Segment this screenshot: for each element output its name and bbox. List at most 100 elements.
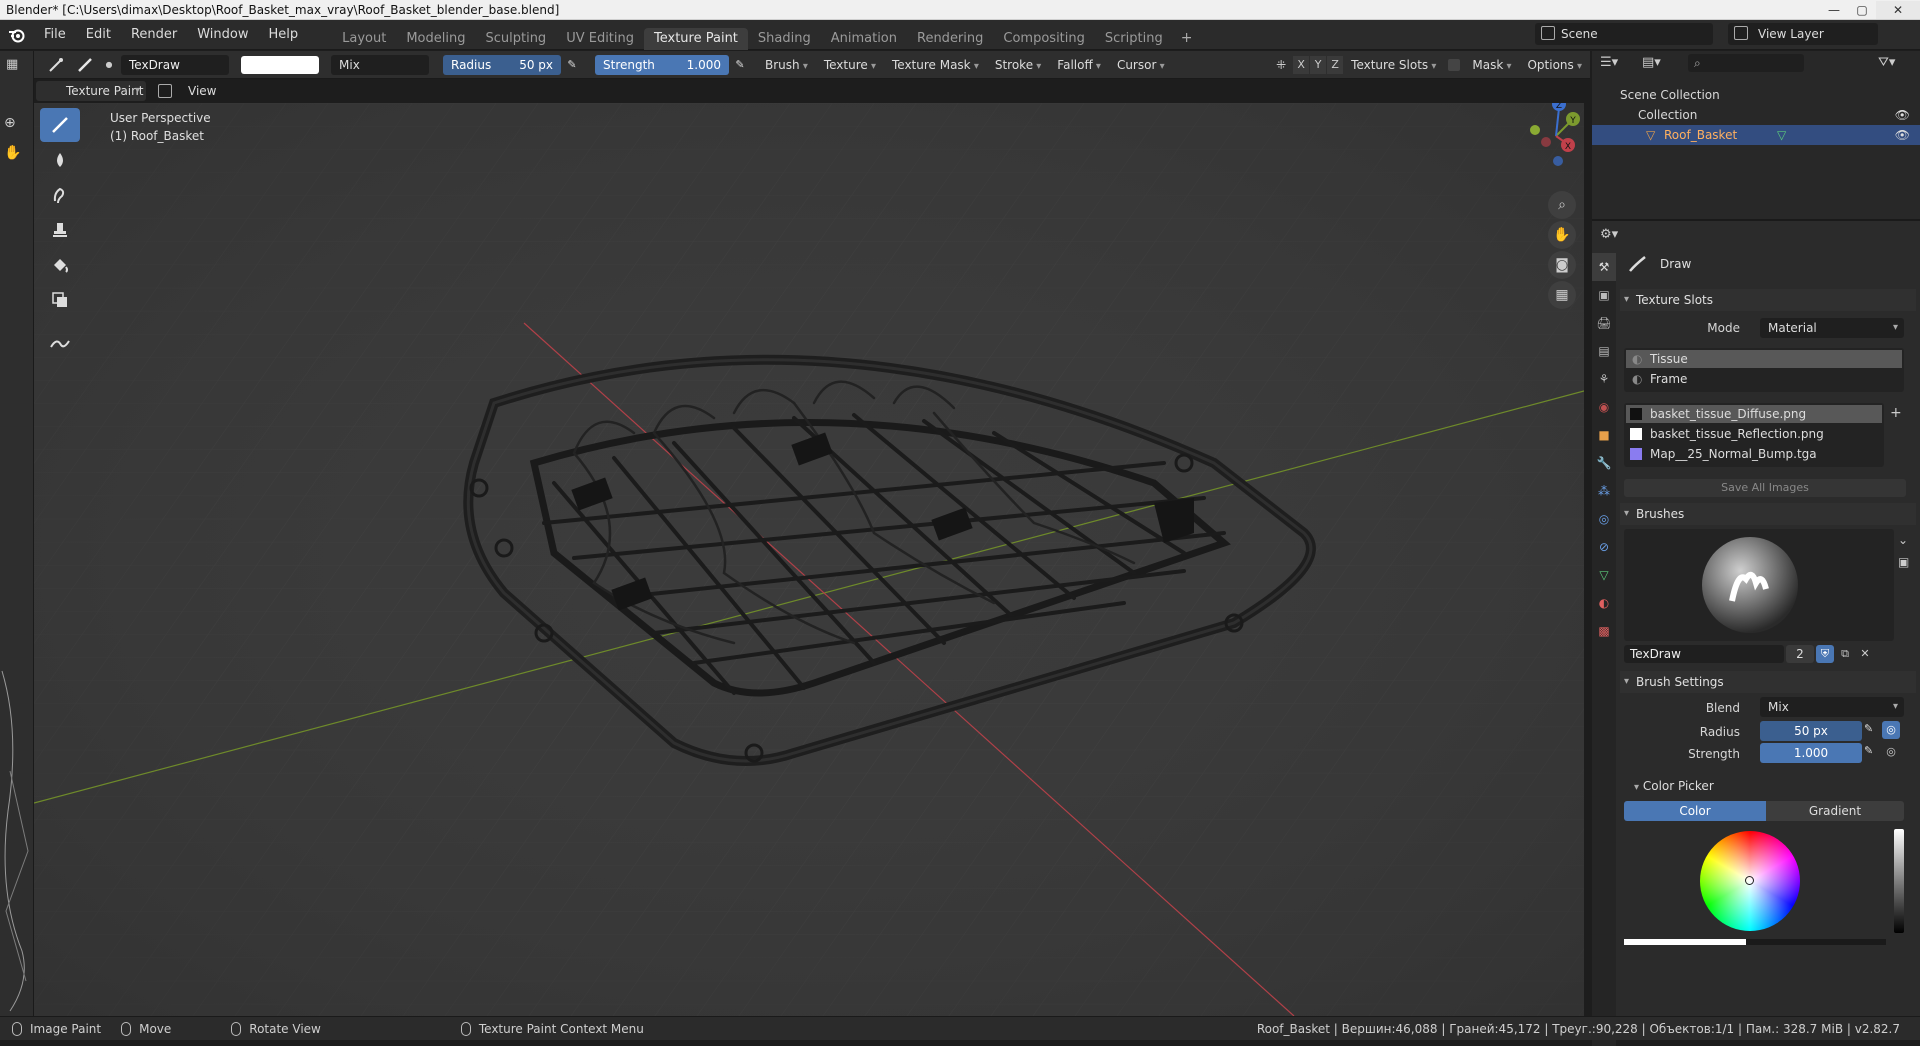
outliner-search-input[interactable]: ⌕ — [1688, 54, 1804, 72]
texture-mask-dropdown[interactable]: Texture Mask — [884, 55, 987, 75]
outliner-display-mode-icon[interactable]: ▤▾ — [1642, 55, 1661, 70]
tab-layout[interactable]: Layout — [332, 28, 396, 50]
world-tab-icon[interactable]: ◉ — [1592, 393, 1616, 421]
brush-dropdown[interactable]: Brush — [757, 55, 816, 75]
radius-slider[interactable]: Radius 50 px — [443, 54, 561, 75]
menu-window[interactable]: Window — [187, 20, 258, 50]
data-tab-icon[interactable]: ▽ — [1592, 561, 1616, 589]
scene-selector[interactable]: Scene — [1535, 23, 1713, 45]
blend-mode-select[interactable]: Mix — [331, 54, 429, 75]
mask-dropdown[interactable]: Mask — [1464, 55, 1519, 75]
view-menu[interactable]: View — [188, 84, 216, 98]
brush-list-expand-icon[interactable]: ⌄ — [1898, 533, 1908, 547]
tab-modeling[interactable]: Modeling — [396, 28, 475, 50]
tab-scripting[interactable]: Scripting — [1095, 28, 1173, 50]
tool-tab-icon[interactable]: ⚒ — [1592, 253, 1616, 281]
paint-mask-icon[interactable] — [158, 84, 172, 98]
outliner-editor-icon[interactable]: ☰▾ — [1600, 55, 1618, 70]
brush-icon[interactable] — [74, 53, 98, 77]
radius-unit-toggle-icon[interactable]: ◎ — [1882, 721, 1900, 739]
mask-checkbox[interactable] — [1448, 58, 1461, 71]
brush-blend-select[interactable]: Mix — [1760, 697, 1904, 717]
menu-edit[interactable]: Edit — [76, 20, 121, 50]
strength-settings-slider[interactable]: 1.000 — [1760, 743, 1862, 763]
texture-tab-icon[interactable]: ▩ — [1592, 617, 1616, 645]
mirror-z-toggle[interactable]: Z — [1327, 55, 1344, 74]
radius-settings-slider[interactable]: 50 px — [1760, 721, 1862, 741]
unlink-brush-icon[interactable]: ✕ — [1856, 645, 1874, 663]
3d-viewport[interactable]: User Perspective (1) Roof_Basket ◉ ⟡ ◎ ▣… — [34, 103, 1584, 1016]
physics-tab-icon[interactable]: ◎ — [1592, 505, 1616, 533]
fake-user-shield-icon[interactable]: ⛨ — [1816, 645, 1834, 663]
stroke-dropdown[interactable]: Stroke — [987, 55, 1049, 75]
view-layer-selector[interactable]: View Layer — [1728, 23, 1878, 45]
tool-settings-icon[interactable] — [44, 53, 68, 77]
constraints-tab-icon[interactable]: ⊘ — [1592, 533, 1616, 561]
color-wheel-cursor[interactable] — [1745, 876, 1754, 885]
maximize-button[interactable]: ▢ — [1848, 1, 1876, 19]
falloff-dropdown[interactable]: Falloff — [1049, 55, 1109, 75]
menu-render[interactable]: Render — [121, 20, 187, 50]
interaction-mode-select[interactable]: Texture Paint — [36, 81, 146, 101]
brush-color-swatch[interactable] — [241, 55, 319, 74]
image-item-diffuse[interactable]: basket_tissue_Diffuse.png — [1626, 405, 1882, 423]
menu-help[interactable]: Help — [259, 20, 309, 50]
object-tab-icon[interactable]: ■ — [1592, 421, 1616, 449]
radius-pressure-icon[interactable]: ✎ — [563, 55, 581, 75]
brush-preview-box[interactable] — [1624, 529, 1894, 641]
strength-unified-icon[interactable]: ◎ — [1882, 743, 1900, 761]
blender-logo-icon[interactable] — [0, 20, 34, 50]
annotate-tool[interactable] — [40, 326, 80, 360]
view-icon[interactable]: ⊕ — [4, 115, 16, 131]
add-workspace-button[interactable]: + — [1173, 30, 1201, 46]
image-item-reflection[interactable]: basket_tissue_Reflection.png — [1626, 425, 1882, 443]
texture-slot-mode-select[interactable]: Material — [1760, 318, 1904, 338]
material-item-frame[interactable]: ◐ Frame — [1626, 370, 1902, 388]
color-tab[interactable]: Color — [1624, 801, 1766, 821]
zoom-icon[interactable]: ⌕ — [1548, 191, 1576, 219]
strength-pen-pressure-icon[interactable]: ✎ — [1864, 744, 1873, 757]
brushes-panel-header[interactable]: Brushes — [1620, 503, 1916, 525]
tab-compositing[interactable]: Compositing — [993, 28, 1095, 50]
tab-rendering[interactable]: Rendering — [907, 28, 993, 50]
texture-slots-dropdown[interactable]: Texture Slots — [1343, 55, 1444, 75]
outliner-collection[interactable]: Collection 👁 — [1592, 105, 1920, 125]
strength-slider[interactable]: Strength 1.000 — [595, 54, 729, 75]
gradient-tab[interactable]: Gradient — [1766, 801, 1904, 821]
brush-name-input[interactable]: TexDraw — [1624, 645, 1784, 663]
image-item-normal[interactable]: Map__25_Normal_Bump.tga — [1626, 445, 1882, 463]
fill-tool[interactable] — [40, 248, 80, 282]
close-button[interactable]: ✕ — [1876, 0, 1920, 19]
duplicate-brush-icon[interactable]: ⧉ — [1836, 645, 1854, 663]
brush-image-icon[interactable]: ▣ — [1898, 555, 1909, 569]
tab-shading[interactable]: Shading — [748, 28, 821, 50]
clone-tool[interactable] — [40, 213, 80, 247]
properties-editor-icon[interactable]: ⚙▾ — [1600, 227, 1618, 242]
outliner-scene-collection[interactable]: Scene Collection — [1592, 85, 1920, 105]
perspective-grid-icon[interactable]: ▦ — [1548, 281, 1576, 309]
tab-sculpting[interactable]: Sculpting — [475, 28, 556, 50]
radius-pen-pressure-icon[interactable]: ✎ — [1864, 722, 1873, 735]
collection-visibility-icon[interactable]: 👁 — [1895, 105, 1910, 125]
material-item-tissue[interactable]: ◐ Tissue — [1626, 350, 1902, 368]
render-tab-icon[interactable]: ▣ — [1592, 281, 1616, 309]
options-dropdown[interactable]: Options — [1519, 55, 1590, 75]
scene-tab-icon[interactable]: ⚘ — [1592, 365, 1616, 393]
add-texture-slot-button[interactable]: + — [1890, 405, 1902, 421]
navigation-gizmo[interactable]: Y Z X — [1516, 103, 1584, 171]
tab-animation[interactable]: Animation — [821, 28, 907, 50]
grid-menu-icon[interactable]: ▦ — [6, 57, 18, 72]
material-tab-icon[interactable]: ◐ — [1592, 589, 1616, 617]
minimize-button[interactable]: — — [1820, 1, 1848, 19]
color-wheel[interactable] — [1700, 831, 1800, 931]
texture-dropdown[interactable]: Texture — [816, 55, 884, 75]
filter-icon[interactable]: ⛛▾ — [1878, 55, 1895, 70]
tab-texture-paint[interactable]: Texture Paint — [644, 27, 748, 50]
soften-tool[interactable] — [40, 143, 80, 177]
modifier-tab-icon[interactable]: 🔧 — [1592, 449, 1616, 477]
tab-uv-editing[interactable]: UV Editing — [556, 28, 644, 50]
texture-slots-panel-header[interactable]: Texture Slots — [1620, 289, 1916, 311]
outliner-roof-basket[interactable]: ▽ Roof_Basket ▽ 👁 — [1592, 125, 1920, 145]
color-picker-subpanel-header[interactable]: ▾ Color Picker — [1634, 779, 1714, 793]
strength-pressure-icon[interactable]: ✎ — [731, 55, 749, 75]
